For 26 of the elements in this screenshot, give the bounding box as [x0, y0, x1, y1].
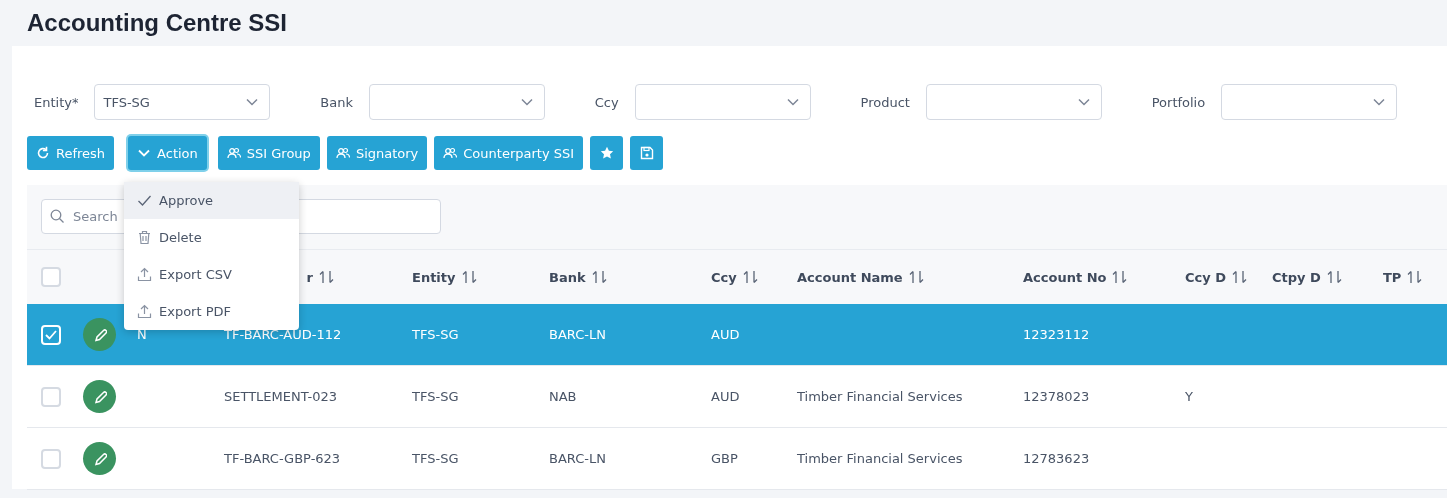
page-title: Accounting Centre SSI [26, 8, 289, 38]
table-cell: 12783623 [1023, 451, 1090, 466]
table-cell: AUD [711, 327, 740, 342]
table-cell: AUD [711, 389, 740, 404]
filter-label: Ccy [594, 94, 619, 110]
table-cell: TF-BARC-AUD-112 [224, 327, 342, 342]
table-cell: Timber Financial Services [797, 451, 963, 466]
table-cell: SETTLEMENT-023 [224, 389, 337, 404]
table-cell: BARC-LN [549, 451, 606, 466]
filter-label: Portfolio [1151, 94, 1206, 110]
filter-label: Entity* [34, 94, 79, 110]
table-cell: N [137, 327, 147, 342]
table-cell: TFS-SG [412, 327, 459, 342]
dropdown-value: TFS-SG [103, 94, 150, 110]
table-cell: TFS-SG [412, 451, 459, 466]
table-cell: Y [1185, 389, 1193, 404]
table-cell: TF-BARC-GBP-623 [224, 451, 341, 466]
filter-label: Product [860, 94, 910, 110]
table-cell: TFS-SG [412, 389, 459, 404]
table-cell: NAB [549, 389, 577, 404]
table-cell: 12323112 [1023, 327, 1090, 342]
table-cell: 12378023 [1023, 389, 1090, 404]
table-cell: Timber Financial Services [797, 389, 963, 404]
filter-label: Bank [320, 94, 353, 110]
table-cell: BARC-LN [549, 327, 606, 342]
table-cell: GBP [711, 451, 738, 466]
